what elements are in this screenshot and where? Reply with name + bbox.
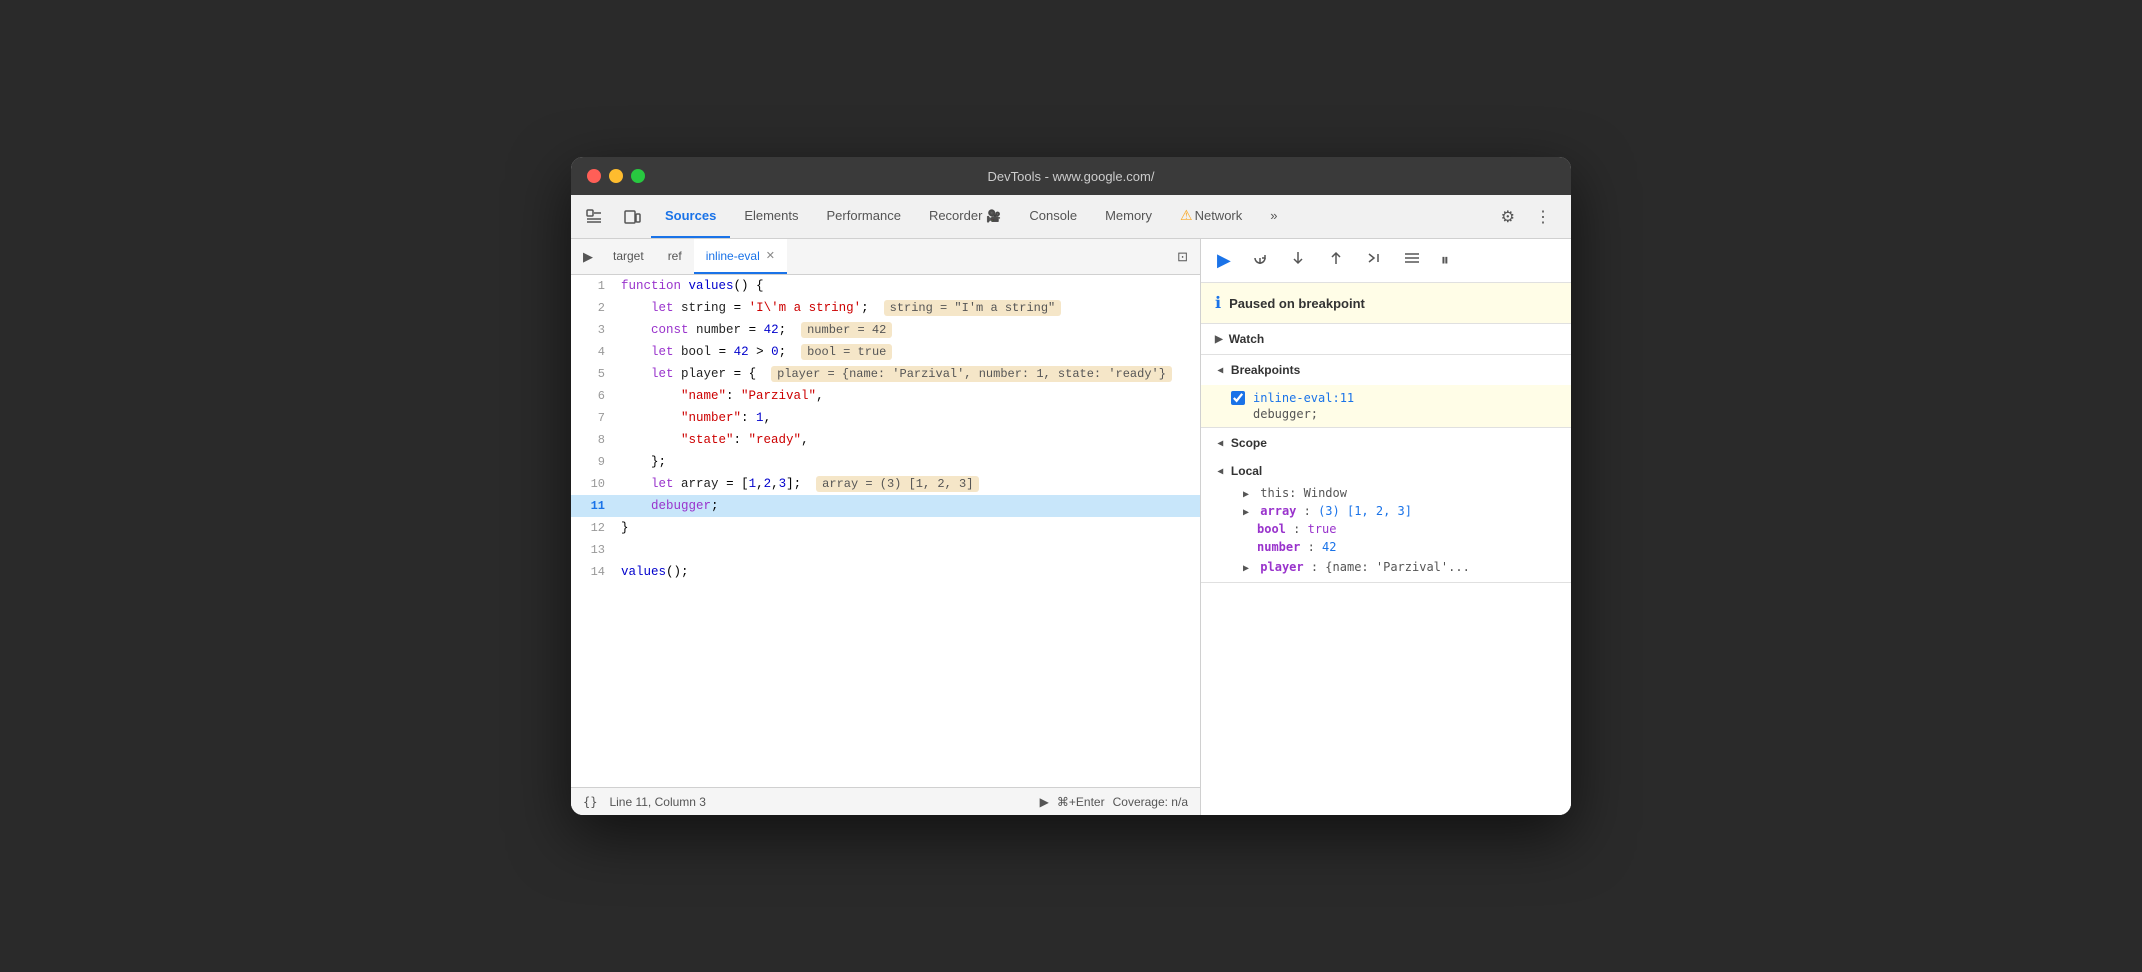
step-button[interactable] [1357,245,1391,276]
pause-on-exceptions-button[interactable]: ⏸ [1433,248,1457,274]
tab-memory[interactable]: Memory [1091,195,1166,238]
tab-console[interactable]: Console [1015,195,1091,238]
tab-sources[interactable]: Sources [651,195,730,238]
step-into-button[interactable] [1281,245,1315,276]
code-line-9: 9 }; [571,451,1200,473]
code-line-11: 11 debugger; [571,495,1200,517]
scope-prop-bool: bool : true [1215,520,1557,538]
scope-prop-player[interactable]: ▶ player : {name: 'Parzival'... [1215,556,1557,578]
deactivate-breakpoints-button[interactable] [1395,245,1429,276]
scope-label: Scope [1231,436,1267,450]
code-line-10: 10 let array = [1,2,3]; array = (3) [1, … [571,473,1200,495]
file-tabs: ▶ target ref inline-eval ✕ ⊡ [571,239,1200,275]
local-triangle-icon: ▼ [1214,466,1225,476]
watch-section-header[interactable]: ▶ Watch [1201,324,1571,354]
file-tab-target[interactable]: target [601,239,656,274]
file-tab-inline-eval[interactable]: inline-eval ✕ [694,239,787,274]
breakpoints-section-header[interactable]: ▼ Breakpoints [1201,355,1571,385]
scope-section-header[interactable]: ▼ Scope [1201,428,1571,458]
local-header[interactable]: ▼ Local [1215,458,1557,484]
tabs-right: ⚙ ⋮ [1493,195,1567,238]
tab-more[interactable]: » [1256,195,1291,238]
status-left: {} Line 11, Column 3 [583,795,706,809]
navigator-toggle[interactable]: ▶ [575,249,601,265]
scope-local: ▼ Local ▶ this: Window ▶ array [1201,458,1571,582]
scope-prop-array[interactable]: ▶ array : (3) [1, 2, 3] [1215,502,1557,520]
watch-label: Watch [1229,332,1265,346]
breakpoints-triangle-icon: ▼ [1214,365,1225,375]
code-line-6: 6 "name": "Parzival", [571,385,1200,407]
code-line-7: 7 "number": 1, [571,407,1200,429]
close-button[interactable] [587,169,601,183]
debug-toolbar: ▶ [1201,239,1571,283]
breakpoint-file: inline-eval:11 [1253,391,1354,405]
tabs-spacer [1292,195,1493,238]
main-area: ▶ target ref inline-eval ✕ ⊡ [571,239,1571,815]
file-tab-ref[interactable]: ref [656,239,694,274]
paused-text: Paused on breakpoint [1229,296,1365,311]
expand-icon: ▶ [1243,507,1249,518]
tab-elements[interactable]: Elements [730,195,812,238]
info-icon: ℹ [1215,293,1221,313]
breakpoints-label: Breakpoints [1231,363,1300,377]
minimize-button[interactable] [609,169,623,183]
scope-prop-this[interactable]: ▶ this: Window [1215,484,1557,502]
code-line-3: 3 const number = 42; number = 42 [571,319,1200,341]
sources-panel: ▶ target ref inline-eval ✕ ⊡ [571,239,1201,815]
format-icon[interactable]: {} [583,795,597,809]
status-right: ▶ ⌘+Enter Coverage: n/a [1040,795,1188,809]
window-title: DevTools - www.google.com/ [988,169,1155,184]
maximize-button[interactable] [631,169,645,183]
inspect-element-icon[interactable] [575,195,613,238]
code-line-5: 5 let player = { player = {name: 'Parziv… [571,363,1200,385]
step-over-button[interactable] [1243,245,1277,276]
run-icon: ▶ [1040,795,1049,809]
watch-triangle-icon: ▶ [1215,334,1223,345]
expand-icon: ▶ [1243,563,1249,574]
code-line-8: 8 "state": "ready", [571,429,1200,451]
scope-prop-number: number : 42 [1215,538,1557,556]
code-line-12: 12 } [571,517,1200,539]
breakpoint-item: inline-eval:11 debugger; [1201,385,1571,427]
expand-icon: ▶ [1243,489,1249,500]
more-options-button[interactable]: ⋮ [1527,201,1559,233]
code-line-14: 14 values(); [571,561,1200,583]
debugger-panel: ▶ [1201,239,1571,815]
tabs-bar: Sources Elements Performance Recorder 🎥 … [571,195,1571,239]
tab-network[interactable]: ⚠ Network [1166,195,1256,238]
breakpoint-checkbox[interactable] [1231,391,1245,405]
run-shortcut: ⌘+Enter [1057,795,1105,809]
status-bar: {} Line 11, Column 3 ▶ ⌘+Enter Coverage:… [571,787,1200,815]
breakpoint-code: debugger; [1231,407,1557,421]
resume-button[interactable]: ▶ [1209,246,1239,275]
cursor-position: Line 11, Column 3 [609,795,706,809]
code-editor: 1 function values() { 2 let string = 'I\… [571,275,1200,787]
watch-section: ▶ Watch [1201,324,1571,355]
device-toolbar-icon[interactable] [613,195,651,238]
code-line-1: 1 function values() { [571,275,1200,297]
coverage-label: Coverage: n/a [1113,795,1188,809]
code-line-4: 4 let bool = 42 > 0; bool = true [571,341,1200,363]
paused-banner: ℹ Paused on breakpoint [1201,283,1571,324]
close-tab-icon[interactable]: ✕ [766,249,775,262]
devtools-body: Sources Elements Performance Recorder 🎥 … [571,195,1571,815]
tab-recorder[interactable]: Recorder 🎥 [915,195,1015,238]
breakpoints-section: ▼ Breakpoints inline-eval:11 debugger; [1201,355,1571,428]
local-label: Local [1231,464,1262,478]
scope-triangle-icon: ▼ [1214,438,1225,448]
traffic-lights [587,169,645,183]
devtools-window: DevTools - www.google.com/ Source [571,157,1571,815]
tab-performance[interactable]: Performance [813,195,915,238]
network-warning-icon: ⚠ [1180,207,1193,224]
file-tab-panel-icon[interactable]: ⊡ [1169,249,1196,265]
code-line-13: 13 [571,539,1200,561]
code-line-2: 2 let string = 'I\'m a string'; string =… [571,297,1200,319]
breakpoint-row: inline-eval:11 [1231,391,1557,405]
step-out-button[interactable] [1319,245,1353,276]
scope-section: ▼ Scope ▼ Local ▶ this: Window [1201,428,1571,583]
titlebar: DevTools - www.google.com/ [571,157,1571,195]
settings-button[interactable]: ⚙ [1493,201,1523,233]
